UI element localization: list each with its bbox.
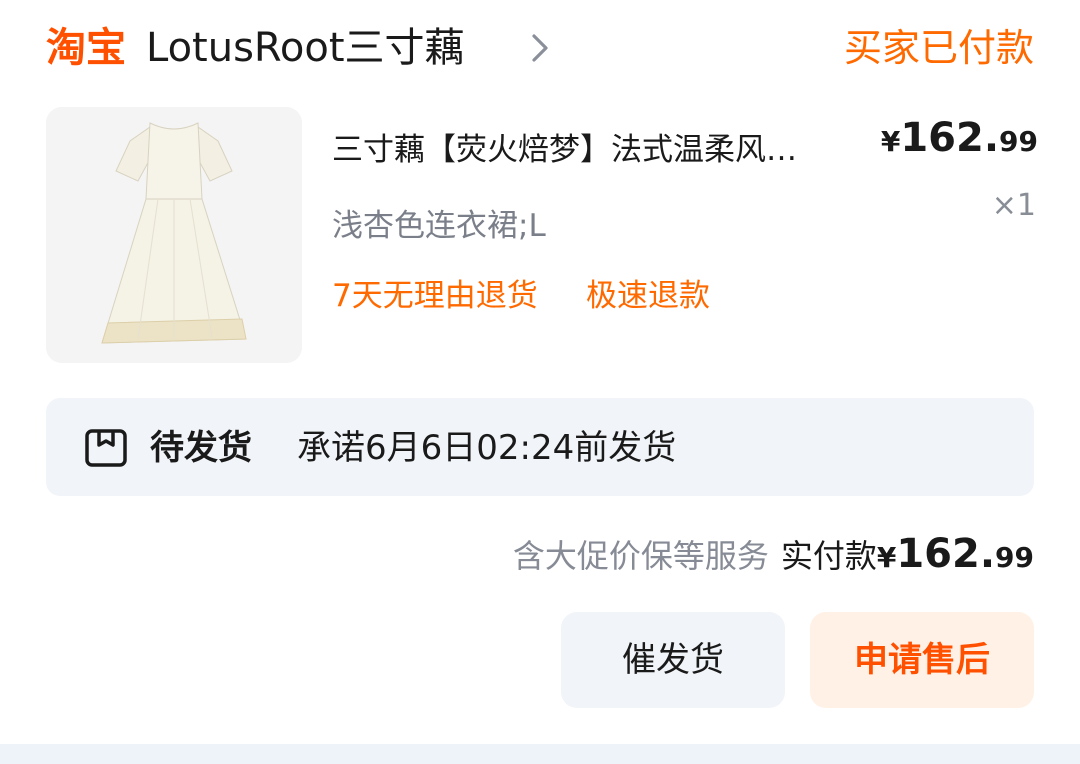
package-icon xyxy=(85,429,127,467)
after-sales-button[interactable]: 申请售后 xyxy=(810,612,1034,708)
shipping-status: 待发货 xyxy=(150,428,252,468)
payment-currency: ¥ xyxy=(876,541,897,574)
price-currency: ¥ xyxy=(880,125,901,158)
payment-summary: 含大促价保等服务 实付款¥162.99 xyxy=(513,530,1034,586)
product-price: ¥162.99 xyxy=(881,114,1038,166)
product-title[interactable]: 三寸藕【荧火焙梦】法式温柔风… xyxy=(332,128,892,172)
bottom-divider xyxy=(0,744,1080,764)
chevron-right-icon[interactable] xyxy=(522,30,558,66)
price-integer: 162. xyxy=(900,115,1000,161)
payment-label: 实付款 xyxy=(780,537,877,575)
payment-amount: ¥162.99 xyxy=(877,531,1034,577)
dress-image-icon xyxy=(46,107,302,363)
payment-note[interactable]: 含大促价保等服务 xyxy=(513,537,769,575)
product-thumbnail[interactable] xyxy=(46,107,302,363)
shop-name-link[interactable]: LotusRoot三寸藕 xyxy=(146,22,465,74)
service-tag-refund: 极速退款 xyxy=(586,278,710,314)
order-status-label: 买家已付款 xyxy=(843,26,1034,70)
price-cents: 99 xyxy=(999,125,1038,158)
payment-integer: 162. xyxy=(896,531,996,577)
payment-cents: 99 xyxy=(995,541,1034,574)
taobao-brand-label: 淘宝 xyxy=(46,25,126,71)
product-quantity: ×1 xyxy=(991,188,1036,223)
service-tag-return: 7天无理由退货 xyxy=(332,278,538,314)
product-variant: 浅杏色连衣裙;L xyxy=(332,208,546,244)
remind-shipping-button[interactable]: 催发货 xyxy=(561,612,785,708)
shipping-promise: 承诺6月6日02:24前发货 xyxy=(297,428,677,468)
